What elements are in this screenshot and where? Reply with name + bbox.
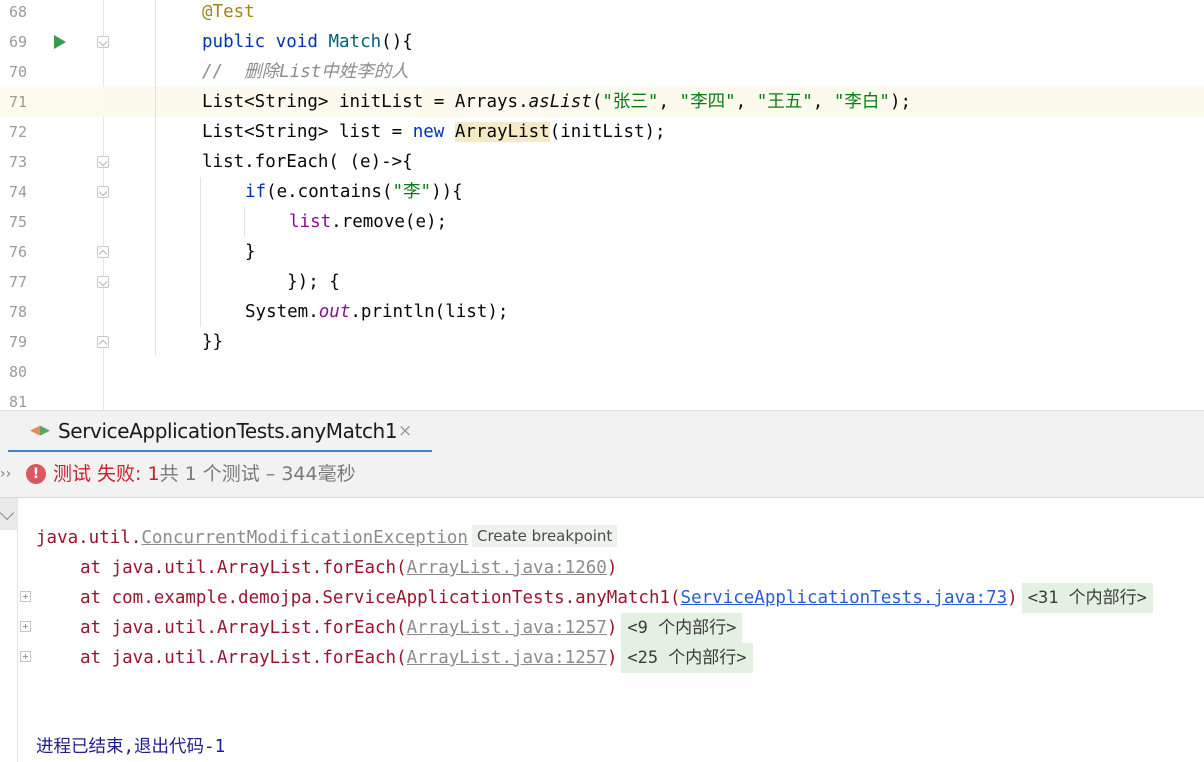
error-icon: !: [26, 464, 46, 484]
test-diff-icon: ◀▶: [30, 423, 50, 438]
expand-icon[interactable]: [20, 651, 31, 662]
code-text: @Test: [202, 2, 255, 22]
code-line[interactable]: 80: [0, 357, 1204, 387]
fold-icon[interactable]: [97, 276, 109, 288]
test-status-bar: ›› ! 测试 失败: 1共 1 个测试 – 344毫秒: [0, 452, 1204, 498]
indent-guide: [244, 207, 245, 237]
source-link[interactable]: ArrayList.java:1260: [407, 558, 607, 578]
code-editor[interactable]: 68 @Test 69 public void Match(){ 70 // 删…: [0, 0, 1204, 410]
code-line[interactable]: 68 @Test: [0, 0, 1204, 27]
test-status-text: 测试 失败: 1共 1 个测试 – 344毫秒: [53, 452, 356, 496]
code-text: }}: [202, 332, 224, 352]
stack-frame: at java.util.ArrayList.forEach(ArrayList…: [80, 558, 618, 578]
line-number: 69: [9, 33, 28, 51]
tab-service-application-tests[interactable]: ◀▶ ServiceApplicationTests.anyMatch1 ×: [8, 411, 432, 453]
tab-label: ServiceApplicationTests.anyMatch1: [58, 419, 398, 443]
expand-icon[interactable]: [20, 591, 31, 602]
code-line[interactable]: 79 }}: [0, 327, 1204, 357]
fold-icon[interactable]: [97, 246, 109, 258]
code-text: List<String> initList = Arrays.asList("张…: [202, 92, 912, 112]
line-number: 79: [9, 333, 28, 351]
test-summary: 共 1 个测试 – 344毫秒: [159, 463, 356, 485]
exception-line: java.util.ConcurrentModificationExceptio…: [36, 523, 618, 553]
close-icon[interactable]: ×: [398, 411, 412, 451]
indent-guide: [155, 0, 156, 356]
code-text: }); {: [245, 272, 340, 292]
line-number: 81: [9, 393, 28, 410]
process-exit-text: 进程已结束,退出代码-1: [36, 737, 226, 757]
code-line[interactable]: 77 }); {: [0, 267, 1204, 297]
line-number: 76: [9, 243, 28, 261]
code-text: list.remove(e);: [289, 212, 448, 232]
console-gutter: [0, 498, 18, 762]
line-number: 71: [9, 93, 28, 111]
code-line[interactable]: 73 list.forEach( (e)->{: [0, 147, 1204, 177]
code-line-current[interactable]: 71 List<String> initList = Arrays.asList…: [0, 87, 1204, 117]
line-number: 77: [9, 273, 28, 291]
code-line[interactable]: 76 }: [0, 237, 1204, 267]
console-output[interactable]: java.util.ConcurrentModificationExceptio…: [0, 498, 1204, 762]
line-number: 74: [9, 183, 28, 201]
fold-icon[interactable]: [97, 186, 109, 198]
code-text: System.out.println(list);: [245, 302, 509, 322]
line-number: 75: [9, 213, 28, 231]
code-text: List<String> list = new ArrayList(initLi…: [202, 122, 666, 142]
code-text: }: [245, 242, 256, 262]
code-line[interactable]: 72 List<String> list = new ArrayList(ini…: [0, 117, 1204, 147]
code-text: list.forEach( (e)->{: [202, 152, 413, 172]
fold-icon[interactable]: [97, 36, 109, 48]
line-number: 80: [9, 363, 28, 381]
code-line[interactable]: 70 // 删除List中姓李的人: [0, 57, 1204, 87]
create-breakpoint-button[interactable]: Create breakpoint: [471, 525, 618, 547]
source-link[interactable]: ArrayList.java:1257: [407, 618, 607, 638]
code-line[interactable]: 69 public void Match(){: [0, 27, 1204, 57]
line-number: 72: [9, 123, 28, 141]
indent-guide: [200, 177, 201, 327]
internal-frames-badge[interactable]: <25 个内部行>: [621, 643, 753, 673]
internal-frames-badge[interactable]: <31 个内部行>: [1021, 583, 1153, 613]
exception-class-link[interactable]: ConcurrentModificationException: [141, 528, 468, 548]
code-text: if(e.contains("李")){: [245, 182, 463, 202]
stack-frame: at java.util.ArrayList.forEach(ArrayList…: [80, 613, 743, 643]
code-line[interactable]: 75 list.remove(e);: [0, 207, 1204, 237]
line-number: 68: [9, 3, 28, 21]
internal-frames-badge[interactable]: <9 个内部行>: [621, 613, 743, 643]
fold-icon[interactable]: [97, 336, 109, 348]
run-tool-tabbar: ◀▶ ServiceApplicationTests.anyMatch1 ×: [0, 410, 1204, 453]
stack-frame: at java.util.ArrayList.forEach(ArrayList…: [80, 643, 753, 673]
code-line[interactable]: 78 System.out.println(list);: [0, 297, 1204, 327]
code-text: public void Match(){: [202, 32, 413, 52]
fold-icon[interactable]: [97, 156, 109, 168]
code-comment: // 删除List中姓李的人: [202, 62, 409, 82]
chevron-right-icon[interactable]: ››: [0, 452, 11, 498]
line-number: 78: [9, 303, 28, 321]
code-line[interactable]: 74 if(e.contains("李")){: [0, 177, 1204, 207]
expand-icon[interactable]: [20, 621, 31, 632]
source-link[interactable]: ArrayList.java:1257: [407, 648, 607, 668]
code-line[interactable]: 81: [0, 387, 1204, 410]
run-test-icon[interactable]: [54, 35, 66, 49]
line-number: 73: [9, 153, 28, 171]
fail-count: 测试 失败: 1: [53, 463, 160, 485]
source-link[interactable]: ServiceApplicationTests.java:73: [681, 588, 1008, 608]
stack-frame: at com.example.demojpa.ServiceApplicatio…: [80, 583, 1153, 613]
line-number: 70: [9, 63, 28, 81]
